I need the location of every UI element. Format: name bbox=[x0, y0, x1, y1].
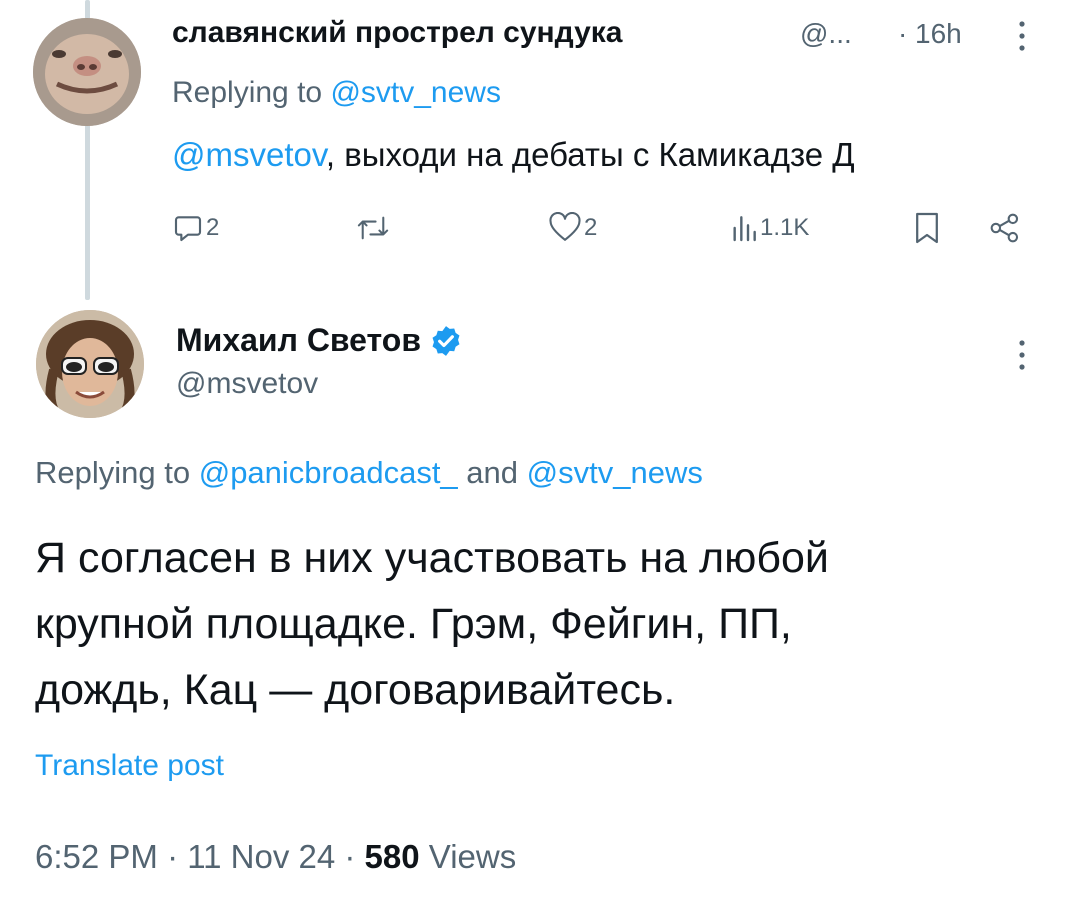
main-text-line-1: Я согласен в них участвовать на любой bbox=[35, 534, 829, 582]
views-icon bbox=[733, 216, 756, 242]
main-author-name-row[interactable]: Михаил Светов bbox=[176, 322, 463, 359]
mention-msvetov-link[interactable]: @msvetov bbox=[172, 136, 326, 173]
reply-timestamp[interactable]: 16h bbox=[915, 18, 962, 50]
share-icon bbox=[990, 213, 1019, 243]
bookmark-icon bbox=[916, 212, 938, 244]
reply-count: 2 bbox=[206, 214, 220, 241]
replying-and: and bbox=[457, 455, 527, 490]
reply-text-body: , выходи на дебаты с Камикадзе Д bbox=[325, 136, 855, 173]
views-label: Views bbox=[419, 838, 517, 875]
main-tweet-text: Я согласен в них участвовать на любой кр… bbox=[35, 525, 1035, 723]
main-author-handle[interactable]: @msvetov bbox=[176, 367, 318, 401]
reply-more-icon[interactable] bbox=[1012, 16, 1032, 56]
meta-separator-2: · bbox=[335, 838, 365, 875]
main-replying-prefix: Replying to bbox=[35, 455, 199, 490]
verified-badge-icon bbox=[432, 325, 460, 356]
reply-meta-separator: · bbox=[898, 18, 908, 49]
main-more-icon[interactable] bbox=[1012, 335, 1032, 375]
share-button[interactable] bbox=[988, 208, 1022, 248]
translate-post-link[interactable]: Translate post bbox=[35, 749, 224, 783]
reply-author-name[interactable]: славянский прострел сундука bbox=[172, 16, 622, 50]
tweet-date[interactable]: 11 Nov 24 bbox=[187, 838, 335, 875]
retweet-button[interactable] bbox=[355, 208, 391, 248]
like-button[interactable]: 2 bbox=[548, 208, 597, 248]
main-text-line-3: дождь, Кац — договаривайтесь. bbox=[35, 666, 676, 714]
bookmark-button[interactable] bbox=[913, 208, 941, 248]
meta-separator-1: · bbox=[157, 838, 188, 875]
reply-button[interactable]: 2 bbox=[172, 208, 219, 248]
like-count: 2 bbox=[584, 214, 598, 241]
reply-author-avatar[interactable] bbox=[33, 18, 141, 126]
reply-replying-to: Replying to @svtv_news bbox=[172, 76, 501, 110]
views-count: 1.1K bbox=[760, 214, 810, 241]
retweet-icon bbox=[357, 216, 389, 240]
replying-to-link-svtv-news[interactable]: @svtv_news bbox=[330, 76, 501, 109]
main-replying-to: Replying to @panicbroadcast_ and @svtv_n… bbox=[35, 455, 703, 491]
main-text-line-2: крупной площадке. Грэм, Фейгин, ПП, bbox=[35, 600, 792, 648]
replying-prefix: Replying to bbox=[172, 76, 331, 109]
replying-to-link-panicbroadcast[interactable]: @panicbroadcast_ bbox=[199, 455, 458, 490]
tweet-metadata: 6:52 PM · 11 Nov 24 · 580 Views bbox=[35, 838, 516, 876]
main-author-name[interactable]: Михаил Светов bbox=[176, 322, 421, 359]
reply-author-handle[interactable]: @... bbox=[800, 18, 852, 50]
like-icon bbox=[549, 212, 581, 241]
reply-icon bbox=[174, 216, 202, 242]
views-count-main[interactable]: 580 bbox=[365, 838, 420, 875]
tweet-time[interactable]: 6:52 PM bbox=[35, 838, 158, 875]
views-button[interactable]: 1.1K bbox=[730, 208, 809, 248]
main-author-avatar[interactable] bbox=[36, 310, 144, 418]
replying-to-link-svtv-news-main[interactable]: @svtv_news bbox=[527, 455, 703, 490]
reply-tweet-text: @msvetov, выходи на дебаты с Камикадзе Д bbox=[172, 136, 855, 174]
